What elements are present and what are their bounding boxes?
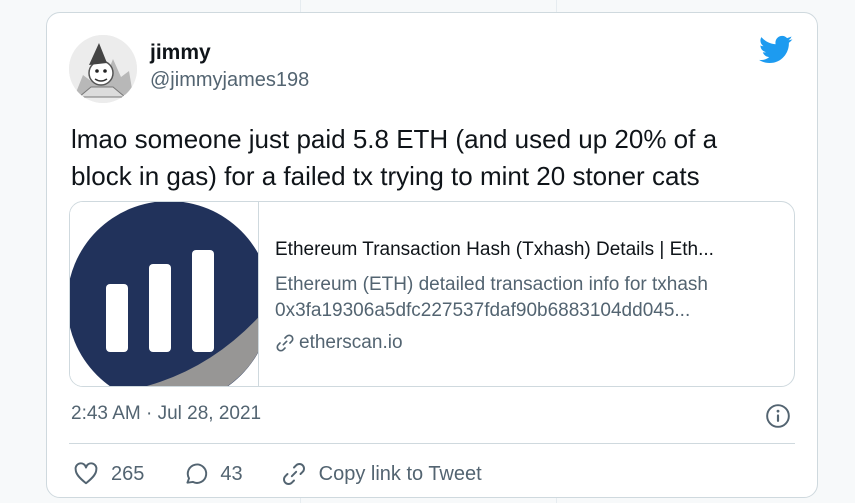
avatar[interactable] (69, 35, 137, 103)
link-domain[interactable]: etherscan.io (275, 332, 403, 354)
reply-icon (186, 463, 208, 484)
reply-count: 43 (220, 462, 243, 485)
reply-button[interactable]: 43 (182, 461, 243, 487)
link-title[interactable]: Ethereum Transaction Hash (Txhash) Detai… (275, 239, 714, 261)
tweet-timestamp[interactable]: 2:43 AM · Jul 28, 2021 (71, 403, 261, 425)
divider (69, 443, 795, 444)
copy-link-label: Copy link to Tweet (318, 462, 482, 485)
link-domain-label: etherscan.io (299, 332, 403, 353)
etherscan-logo (70, 202, 259, 386)
like-button[interactable]: 265 (73, 461, 144, 487)
link-description-line: Ethereum (ETH) detailed transaction info… (275, 274, 708, 295)
heart-icon (74, 462, 98, 485)
link-description: Ethereum (ETH) detailed transaction info… (275, 272, 780, 324)
like-count: 265 (111, 462, 145, 485)
author-name[interactable]: jimmy (150, 41, 211, 65)
link-preview-card[interactable]: Ethereum Transaction Hash (Txhash) Detai… (69, 201, 795, 387)
link-icon (276, 334, 294, 352)
info-icon[interactable] (765, 403, 791, 429)
twitter-logo-icon[interactable] (759, 35, 793, 65)
tweet-card[interactable]: jimmy @jimmyjames198 lmao someone just p… (46, 12, 818, 498)
copy-link-button[interactable]: Copy link to Tweet (281, 461, 482, 487)
copy-link-icon (282, 463, 305, 485)
tweet-text: lmao someone just paid 5.8 ETH (and used… (71, 124, 718, 191)
tweet-actions: 265 43 Copy link to Tweet (73, 461, 520, 487)
author-handle[interactable]: @jimmyjames198 (150, 69, 309, 92)
link-description-line: 0x3fa19306a5dfc227537fdaf90b6883104dd045… (275, 300, 691, 321)
